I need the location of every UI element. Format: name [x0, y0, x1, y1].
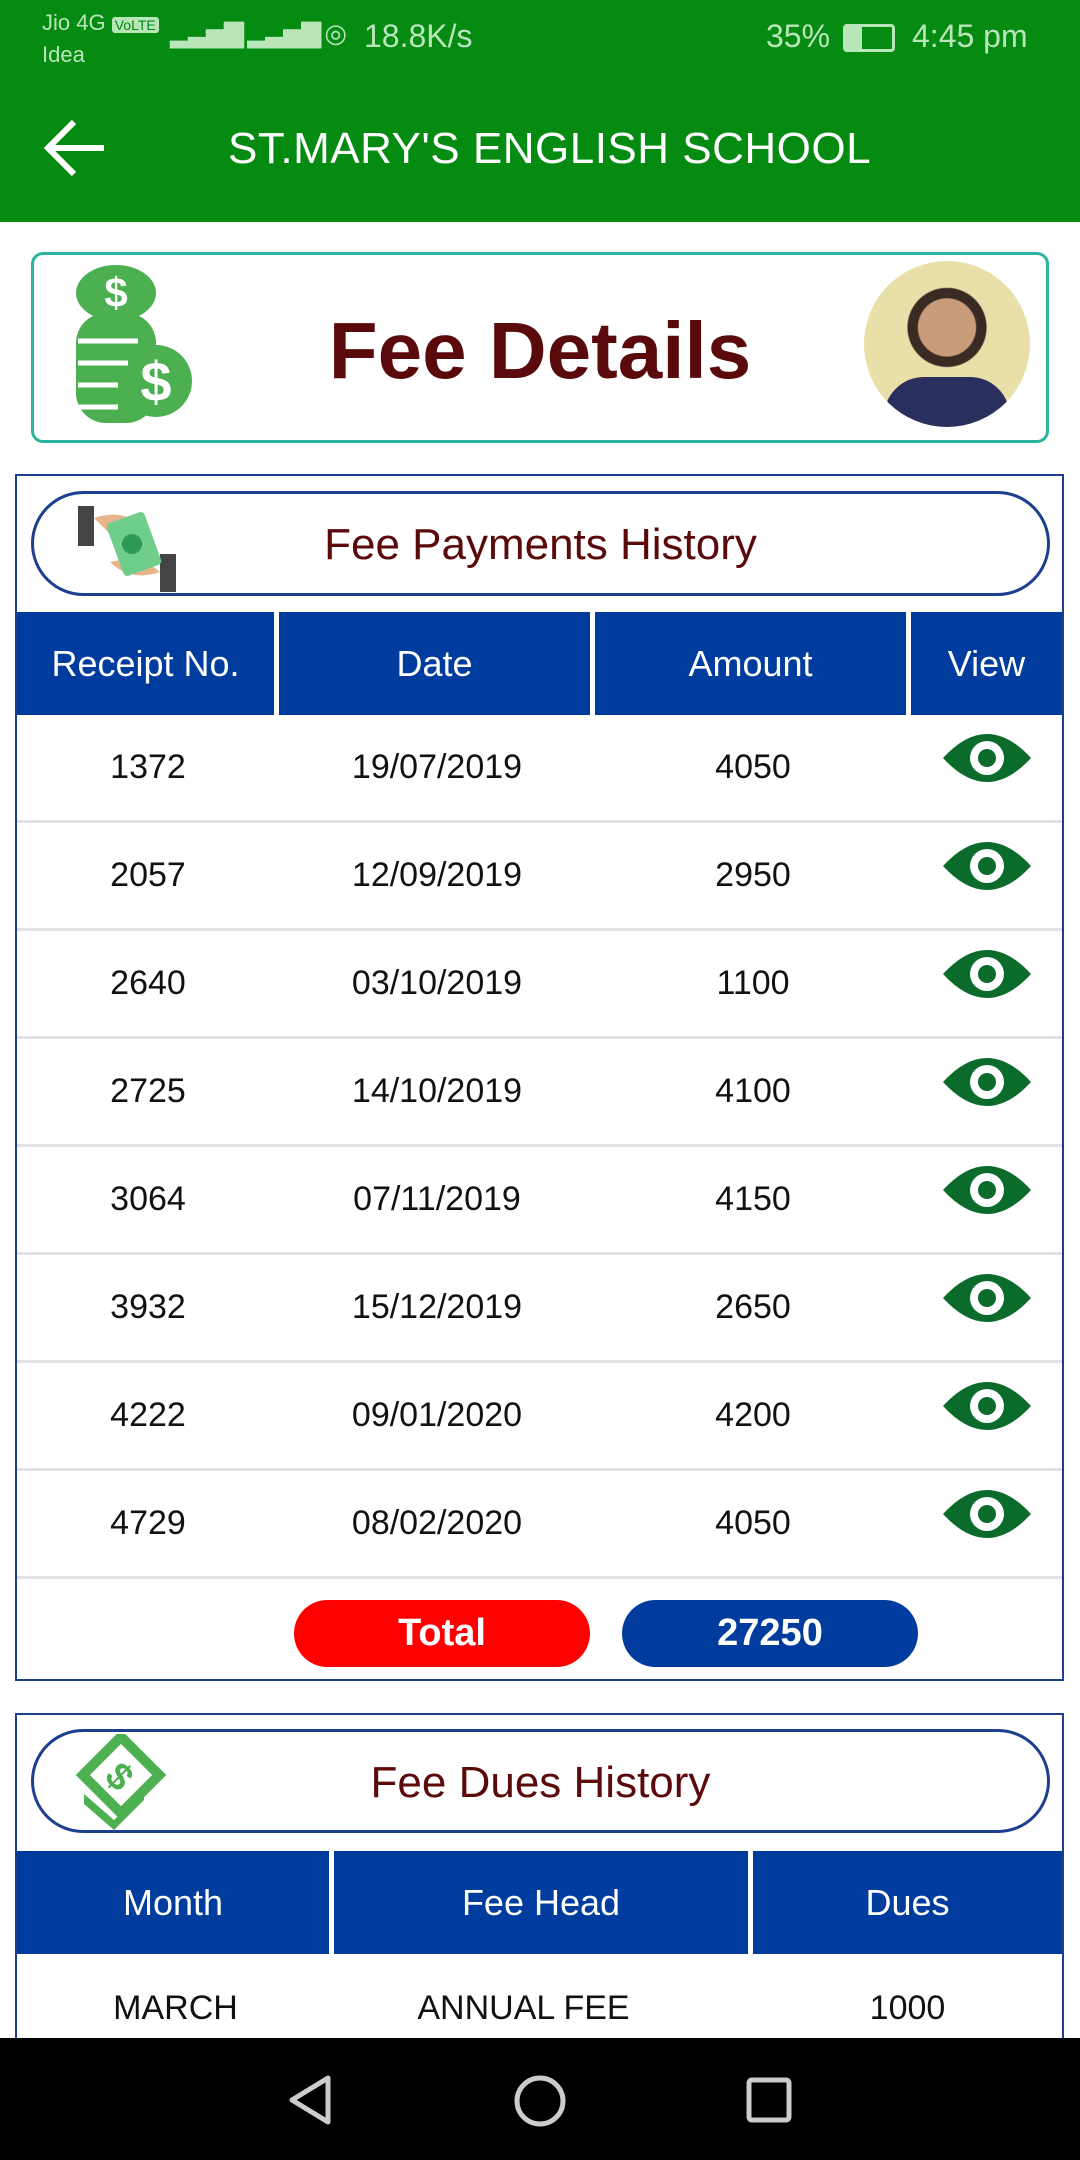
col-fee-head: Fee Head	[334, 1851, 753, 1954]
payment-amount: 4050	[715, 748, 791, 786]
receipt-no: 2725	[110, 1072, 186, 1110]
clock: 4:45 pm	[912, 18, 1028, 54]
col-dues: Dues	[865, 1881, 950, 1923]
fee-payments-title-pill: Fee Payments History	[31, 491, 1050, 596]
total-value: 27250	[622, 1600, 918, 1667]
volte-badge: VoLTE	[111, 17, 159, 33]
eye-icon[interactable]	[911, 1486, 1062, 1551]
dues-table-header: Month Fee Head Dues	[17, 1851, 1062, 1954]
receipt-no: 4729	[110, 1504, 186, 1542]
carrier-2: Idea	[42, 42, 85, 67]
payment-amount: 1100	[716, 964, 790, 1002]
col-date: Date	[279, 612, 595, 715]
signal-icon: ▂▃▅▇ ▂▃▅▇ ◎	[170, 18, 347, 48]
section-title: Fee Dues History	[370, 1758, 711, 1807]
table-row: 4222 09/01/2020 4200	[17, 1363, 1062, 1471]
payments-table-header: Receipt No. Date Amount View	[17, 612, 1062, 715]
eye-icon[interactable]	[911, 946, 1062, 1011]
eye-icon[interactable]	[911, 1054, 1062, 1119]
eye-icon[interactable]	[911, 1378, 1062, 1443]
payment-date: 03/10/2019	[351, 964, 523, 1002]
eye-icon[interactable]	[911, 838, 1062, 903]
navigation-bar	[0, 2038, 1080, 2160]
payment-date: 09/01/2020	[351, 1396, 523, 1434]
payment-date: 15/12/2019	[351, 1288, 523, 1326]
app-bar: Jio 4G VoLTE Idea ▂▃▅▇ ▂▃▅▇ ◎ 18.8K/s 35…	[0, 0, 1080, 222]
recents-nav-icon[interactable]	[745, 2076, 793, 2124]
app-title: ST.MARY'S ENGLISH SCHOOL	[228, 124, 872, 173]
payment-date: 08/02/2020	[351, 1504, 523, 1542]
arrow-left-icon[interactable]	[44, 118, 108, 178]
eye-icon[interactable]	[911, 1270, 1062, 1335]
payment-amount: 4100	[715, 1072, 791, 1110]
table-row: 2725 14/10/2019 4100	[17, 1039, 1062, 1147]
home-nav-icon[interactable]	[513, 2074, 567, 2128]
table-row: 2640 03/10/2019 1100	[17, 931, 1062, 1039]
fee-dues-title-pill: $ Fee Dues History	[31, 1729, 1050, 1833]
payment-date: 07/11/2019	[353, 1180, 521, 1218]
receipt-no: 2057	[110, 856, 186, 894]
payment-amount: 4200	[715, 1396, 791, 1434]
col-month: Month	[17, 1851, 334, 1954]
payment-amount: 2950	[715, 856, 791, 894]
due-month: MARCH	[113, 1988, 238, 2027]
due-fee-head: ANNUAL FEE	[417, 1988, 630, 2027]
col-view: View	[947, 642, 1026, 684]
payment-date: 14/10/2019	[351, 1072, 523, 1110]
avatar[interactable]	[864, 261, 1030, 427]
col-receipt: Receipt No.	[17, 612, 279, 715]
total-label: Total	[294, 1600, 590, 1667]
payment-amount: 2650	[715, 1288, 791, 1326]
col-amount: Amount	[595, 612, 911, 715]
receipt-no: 1372	[110, 748, 186, 786]
receipt-no: 2640	[110, 964, 186, 1002]
payment-amount: 4150	[715, 1180, 791, 1218]
table-row: 3932 15/12/2019 2650	[17, 1255, 1062, 1363]
payments-table-body: 1372 19/07/2019 4050 2057 12/09/2019 2950 2640…	[17, 715, 1062, 1579]
payment-date: 19/07/2019	[351, 748, 523, 786]
eye-icon[interactable]	[911, 730, 1062, 795]
back-nav-icon[interactable]	[286, 2074, 334, 2126]
due-amount: 1000	[869, 1988, 946, 2027]
carrier-1-label: Jio 4G	[42, 10, 106, 35]
fee-details-card: $ $ Fee Details	[31, 252, 1049, 443]
battery-icon	[843, 24, 895, 52]
eye-icon[interactable]	[911, 1162, 1062, 1227]
receipt-no: 4222	[110, 1396, 186, 1434]
payment-date: 12/09/2019	[351, 856, 523, 894]
battery-percent: 35%	[766, 18, 831, 54]
table-row: 2057 12/09/2019 2950	[17, 823, 1062, 931]
carrier-1: Jio 4G VoLTE	[42, 10, 159, 36]
receipt-no: 3932	[110, 1288, 186, 1326]
table-row: 1372 19/07/2019 4050	[17, 715, 1062, 823]
table-row: 3064 07/11/2019 4150	[17, 1147, 1062, 1255]
fee-payments-section: Fee Payments History Receipt No. Date Am…	[15, 474, 1064, 1681]
receipt-no: 3064	[110, 1180, 186, 1218]
table-row: 4729 08/02/2020 4050	[17, 1471, 1062, 1579]
network-speed: 18.8K/s	[364, 18, 473, 54]
payment-amount: 4050	[715, 1504, 791, 1542]
section-title: Fee Payments History	[324, 520, 757, 569]
